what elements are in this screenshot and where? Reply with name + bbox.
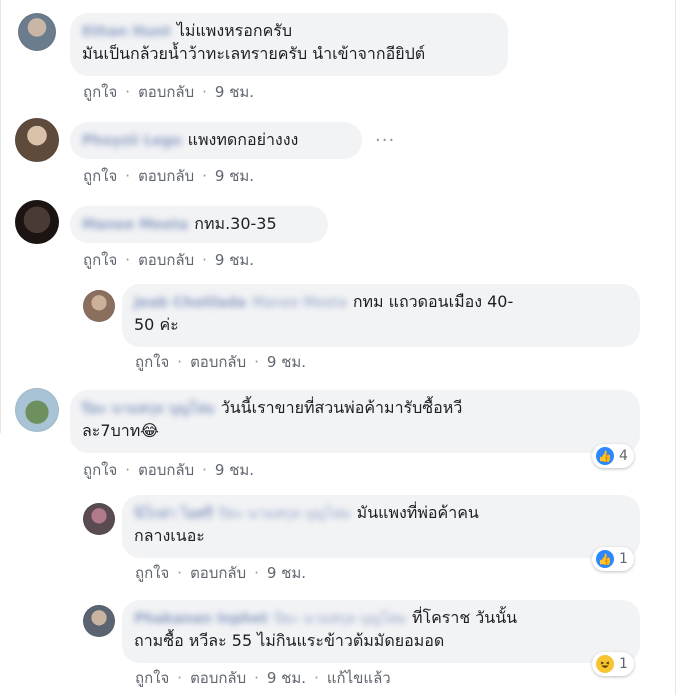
- separator: ·: [202, 83, 207, 101]
- comment-bubble: นิโกล่า ไอศรี ปิยะ นามสกุล บุญโสม มันแพงที…: [122, 495, 640, 558]
- separator: ·: [202, 251, 207, 269]
- reply-link[interactable]: ตอบกลับ: [138, 248, 194, 272]
- like-reaction-icon: 👍: [596, 550, 614, 568]
- comment-text-line: กทม.30-35: [194, 214, 277, 233]
- comment-text-line: มันแพงที่พ่อค้าคน: [356, 503, 479, 522]
- left-border: [0, 0, 1, 433]
- comment-bubble: Phoyzii Lego แพงทดกอย่างงง: [70, 122, 362, 159]
- comment-bubble: ปิยะ นามสกุล บุญโสม วันนี้เราขายที่สวนพ่อ…: [70, 390, 640, 453]
- edited-label[interactable]: แก้ไขแล้ว: [327, 666, 391, 690]
- avatar[interactable]: [15, 388, 59, 432]
- reply-link[interactable]: ตอบกลับ: [138, 164, 194, 188]
- avatar[interactable]: [83, 503, 115, 535]
- separator: ·: [177, 353, 183, 371]
- comment-text-line: แพงทดกอย่างงง: [187, 130, 299, 149]
- reply-link[interactable]: ตอบกลับ: [190, 350, 246, 374]
- like-link[interactable]: ถูกใจ: [83, 248, 117, 272]
- comment-bubble: Jeab Cholilada Manee Meeta กทม แถวดอนเมือง…: [122, 284, 640, 347]
- separator: ·: [125, 83, 131, 101]
- separator: ·: [125, 461, 131, 479]
- timestamp[interactable]: 9 ชม.: [267, 666, 306, 690]
- separator: ·: [314, 669, 319, 687]
- reply-link[interactable]: ตอบกลับ: [138, 458, 194, 482]
- comment-actions: ถูกใจ · ตอบกลับ · 9 ชม.: [135, 561, 306, 585]
- comment-text-line: มันเป็นกล้วยน้ำว้าทะเลทรายครับ นำเข้าจาก…: [82, 44, 426, 63]
- like-link[interactable]: ถูกใจ: [83, 164, 117, 188]
- more-options-icon[interactable]: ···: [375, 130, 395, 151]
- reply-link[interactable]: ตอบกลับ: [190, 561, 246, 585]
- comment-bubble: Ethan Hunt ไม่แพงหรอกครับ มันเป็นกล้วยน้ำ…: [70, 13, 508, 76]
- comment-actions: ถูกใจ · ตอบกลับ · 9 ชม.: [83, 80, 254, 104]
- separator: ·: [177, 669, 183, 687]
- like-reaction-icon: 👍: [596, 447, 614, 465]
- timestamp[interactable]: 9 ชม.: [267, 350, 306, 374]
- comment-text-line: วันนี้เราขายที่สวนพ่อค้ามารับซื้อหวี: [220, 398, 463, 417]
- comment-text-line: ละ7บาท😂: [82, 421, 159, 440]
- right-border: [675, 0, 676, 695]
- like-link[interactable]: ถูกใจ: [135, 666, 169, 690]
- comment-actions: ถูกใจ · ตอบกลับ · 9 ชม.: [83, 248, 254, 272]
- avatar[interactable]: [15, 118, 59, 162]
- avatar[interactable]: [18, 13, 56, 51]
- comment-text-line: ถามซื้อ หวีละ 55 ไม่กินแระข้าวต้มมัดยอมอ…: [134, 631, 445, 650]
- mentioned-name[interactable]: ปิยะ นามสกุล บุญโสม: [274, 611, 406, 627]
- reply-link[interactable]: ตอบกลับ: [190, 666, 246, 690]
- comment-bubble: Phakanan Inphet ปิยะ นามสกุล บุญโสม ที่โคร…: [122, 600, 640, 663]
- mentioned-name[interactable]: Manee Meeta: [252, 295, 347, 311]
- comment-text-line: กทม แถวดอนเมือง 40-: [352, 292, 514, 311]
- timestamp[interactable]: 9 ชม.: [267, 561, 306, 585]
- separator: ·: [125, 251, 131, 269]
- comment-actions: ถูกใจ · ตอบกลับ · 9 ชม.: [135, 350, 306, 374]
- separator: ·: [177, 564, 183, 582]
- like-link[interactable]: ถูกใจ: [83, 458, 117, 482]
- avatar[interactable]: [15, 200, 59, 244]
- comment-bubble: Manee Meeta กทม.30-35: [70, 206, 328, 243]
- comment-actions: ถูกใจ · ตอบกลับ · 9 ชม.: [83, 164, 254, 188]
- reaction-count-value: 1: [619, 551, 628, 567]
- comment-text-line: ไม่แพงหรอกครับ: [176, 21, 293, 40]
- reply-link[interactable]: ตอบกลับ: [138, 80, 194, 104]
- reaction-count-value: 4: [619, 448, 628, 464]
- timestamp[interactable]: 9 ชม.: [215, 248, 254, 272]
- comment-text-line: ที่โคราช วันนั้น: [411, 608, 518, 627]
- separator: ·: [254, 669, 259, 687]
- separator: ·: [254, 564, 259, 582]
- commenter-name[interactable]: Phakanan Inphet: [134, 611, 268, 627]
- reaction-count-value: 1: [619, 656, 628, 672]
- commenter-name[interactable]: นิโกล่า ไอศรี: [134, 506, 213, 522]
- avatar[interactable]: [83, 290, 115, 322]
- comment-actions: ถูกใจ · ตอบกลับ · 9 ชม.: [83, 458, 254, 482]
- reaction-count[interactable]: 1: [592, 652, 634, 676]
- reaction-count[interactable]: 👍 1: [592, 547, 634, 571]
- commenter-name[interactable]: Ethan Hunt: [82, 24, 171, 40]
- separator: ·: [202, 461, 207, 479]
- separator: ·: [202, 167, 207, 185]
- haha-face-icon: [600, 661, 610, 668]
- avatar[interactable]: [83, 605, 115, 637]
- mentioned-name[interactable]: ปิยะ นามสกุล บุญโสม: [219, 506, 351, 522]
- commenter-name[interactable]: Jeab Cholilada: [134, 295, 246, 311]
- comment-text-line: กลางเนอะ: [134, 526, 205, 545]
- reaction-count[interactable]: 👍 4: [592, 444, 634, 468]
- commenter-name[interactable]: Manee Meeta: [82, 217, 188, 233]
- haha-reaction-icon: [596, 655, 614, 673]
- comment-text-line: 50 ค่ะ: [134, 315, 179, 334]
- like-link[interactable]: ถูกใจ: [83, 80, 117, 104]
- separator: ·: [125, 167, 131, 185]
- like-link[interactable]: ถูกใจ: [135, 350, 169, 374]
- like-link[interactable]: ถูกใจ: [135, 561, 169, 585]
- separator: ·: [254, 353, 259, 371]
- timestamp[interactable]: 9 ชม.: [215, 458, 254, 482]
- commenter-name[interactable]: Phoyzii Lego: [82, 133, 182, 149]
- timestamp[interactable]: 9 ชม.: [215, 80, 254, 104]
- comment-actions: ถูกใจ · ตอบกลับ · 9 ชม. · แก้ไขแล้ว: [135, 666, 391, 690]
- commenter-name[interactable]: ปิยะ นามสกุล บุญโสม: [82, 401, 215, 417]
- timestamp[interactable]: 9 ชม.: [215, 164, 254, 188]
